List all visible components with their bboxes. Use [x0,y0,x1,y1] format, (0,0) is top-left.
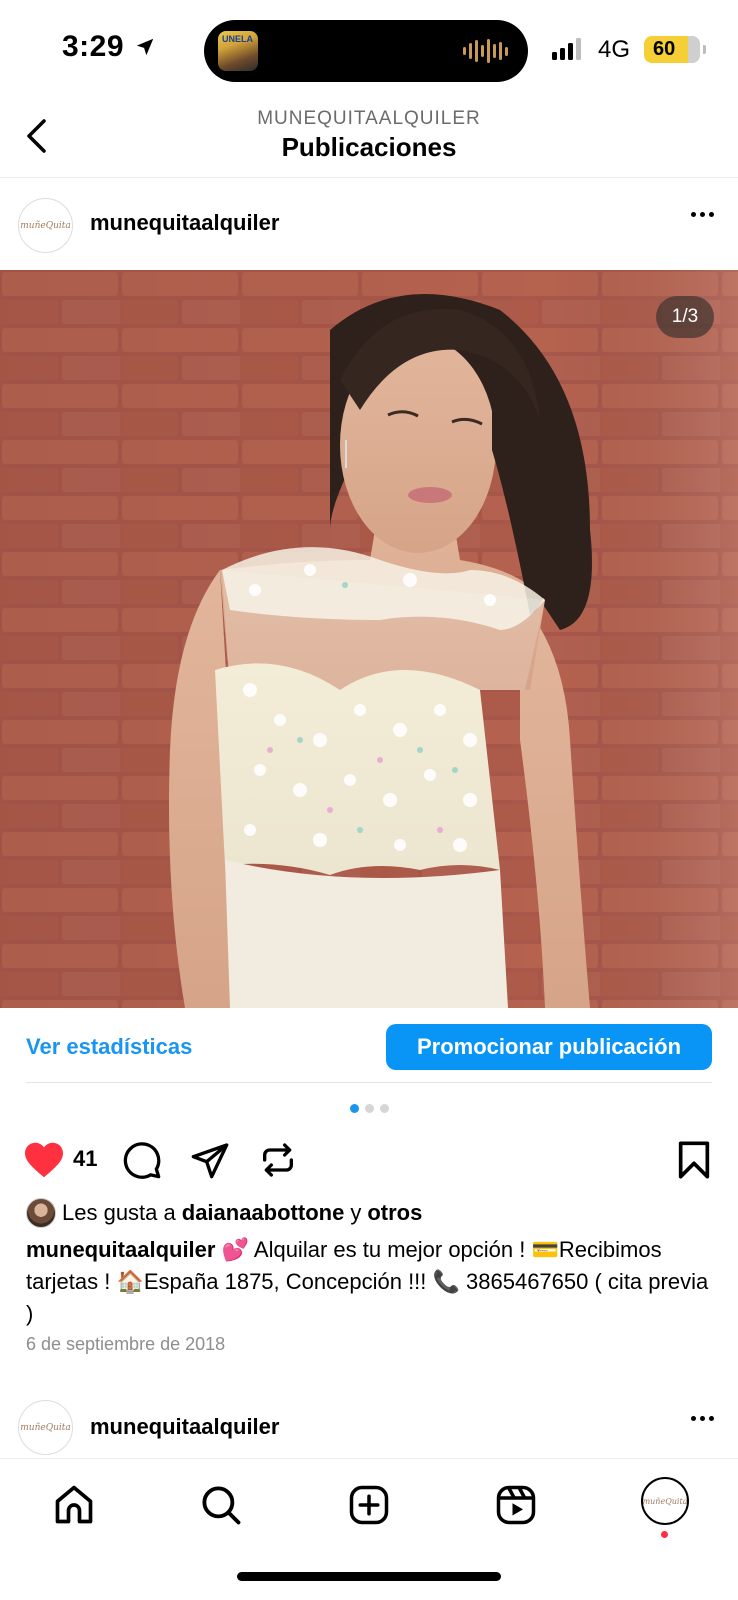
paper-plane-icon [191,1143,229,1179]
carousel-indicator [0,1104,738,1113]
location-arrow-icon [136,38,154,56]
divider [26,1082,712,1083]
notification-dot [661,1531,668,1538]
dynamic-island[interactable]: UNELA [204,20,528,82]
tab-reels[interactable] [488,1477,544,1533]
comment-button[interactable] [120,1138,164,1182]
carousel-dot [379,1104,389,1113]
carousel-dot-active [349,1104,359,1113]
artwork-label: UNELA [222,34,253,44]
post-image[interactable]: 1/3 [0,270,738,1008]
status-time: 3:29 [62,30,125,63]
cellular-signal-icon [552,38,581,60]
tab-create[interactable] [341,1477,397,1533]
carousel-dot [364,1104,374,1113]
like-button[interactable] [22,1138,66,1182]
battery-level: 60 [653,38,676,60]
status-bar: 3:29 UNELA 4G 60 [0,0,738,96]
liker-avatar [26,1198,56,1228]
view-insights-link[interactable]: Ver estadísticas [26,1034,192,1060]
share-button[interactable] [188,1138,232,1182]
page-header: MUNEQUITAALQUILER Publicaciones [0,96,738,178]
post-date: 6 de septiembre de 2018 [26,1334,226,1354]
avatar[interactable]: muñeQuita [18,1400,73,1455]
repost-icon [263,1143,293,1177]
home-indicator[interactable] [237,1572,501,1581]
insights-row: Ver estadísticas Promocionar publicación [0,1008,738,1082]
post-username[interactable]: munequitaalquiler [90,210,279,236]
liker-username[interactable]: daianaabottone [182,1200,345,1226]
post-caption: munequitaalquiler 💕 Alquilar es tu mejor… [26,1234,716,1330]
page-title: Publicaciones [281,132,457,162]
profile-avatar-text: muñeQuita [642,1496,688,1506]
heart-filled-icon [25,1142,63,1178]
audio-waveform-icon [463,39,508,63]
create-icon [349,1485,389,1525]
bookmark-icon [678,1141,710,1179]
likes-joiner: y [350,1200,362,1225]
post-actions: 41 [0,1130,738,1186]
reels-icon [496,1485,536,1525]
likes-summary[interactable]: Les gusta a daianaabottone y otros [26,1198,422,1228]
caption-username[interactable]: munequitaalquiler [26,1237,215,1262]
header-account-name: MUNEQUITAALQUILER [257,108,481,129]
like-count[interactable]: 41 [73,1146,97,1172]
tab-search[interactable] [193,1477,249,1533]
comment-icon [123,1142,161,1179]
promote-post-button[interactable]: Promocionar publicación [386,1024,712,1070]
home-icon [55,1485,93,1524]
avatar-logo-text: muñeQuita [20,1422,71,1433]
next-post-username[interactable]: munequitaalquiler [90,1414,279,1440]
likes-prefix: Les gusta a [62,1200,176,1225]
network-type: 4G [598,36,631,63]
avatar-logo-text: muñeQuita [20,220,71,231]
likes-others[interactable]: otros [367,1200,422,1226]
now-playing-artwork: UNELA [218,31,258,71]
next-post-header: muñeQuita munequitaalquiler [0,1400,738,1460]
post-header: muñeQuita munequitaalquiler [0,190,738,260]
search-icon [202,1486,241,1525]
battery-indicator: 60 [644,36,706,63]
avatar[interactable]: muñeQuita [18,198,73,253]
image-counter-badge: 1/3 [656,296,714,338]
dress-photo [0,270,738,1008]
save-button[interactable] [672,1138,716,1182]
more-options-icon[interactable] [691,1416,714,1421]
repost-button[interactable] [256,1138,300,1182]
tab-profile[interactable]: muñeQuita [641,1477,689,1525]
more-options-icon[interactable] [691,212,714,217]
tab-home[interactable] [46,1477,102,1533]
